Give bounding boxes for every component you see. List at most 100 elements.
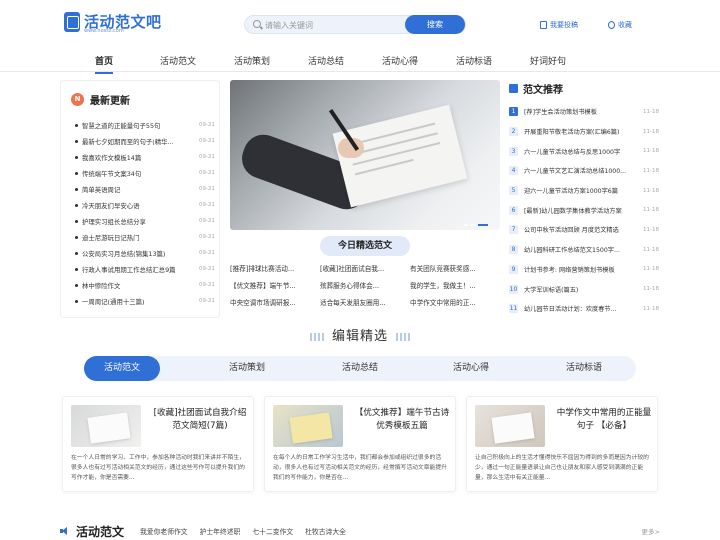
card-title: 中学作文中常用的正能量句子 【必备】	[556, 408, 652, 431]
featured-link[interactable]: [收藏]社团面试自我...	[320, 263, 410, 280]
section-link[interactable]: 我爱你老师作文	[140, 526, 188, 536]
card-title: [收藏]社团面试自我介绍范文简短(7篇)	[153, 408, 247, 431]
list-item[interactable]: 1 [荐]学生会活动策划书模板 11-18	[509, 102, 659, 122]
featured-link[interactable]: 中学作文中常用的正...	[410, 297, 500, 314]
list-item[interactable]: 护理实习组长总结分享 09-21	[75, 213, 215, 229]
list-item-title: 大学军训标语(篇五)	[524, 286, 579, 294]
section-title: 活动范文	[76, 524, 125, 539]
featured-link[interactable]: 中央空调市场调研报...	[230, 297, 320, 314]
contribute-link[interactable]: 我要投稿	[540, 20, 578, 30]
list-item[interactable]: 5 迎六一儿童节活动方案1000字6篇 11-18	[509, 181, 659, 201]
nav-item-activity-reflections[interactable]: 活动心得	[382, 54, 418, 67]
tab-activity-reflections[interactable]: 活动心得	[433, 356, 509, 381]
featured-link[interactable]: 【优文推荐】端午节...	[230, 280, 320, 297]
carousel-dot[interactable]	[464, 224, 468, 226]
article-card[interactable]: 中学作文中常用的正能量句子 【必备】 让自己积极向上的生活才懂得快乐不屈因为得到…	[466, 396, 658, 492]
list-item[interactable]: 我喜欢作文模板14篇 09-21	[75, 149, 215, 165]
editors-picks-heading: 编辑精选	[0, 325, 720, 344]
section-link[interactable]: 杜牧古诗大全	[305, 526, 346, 536]
list-item-title: 简单英语周记	[82, 185, 121, 194]
nav-item-home[interactable]: 首页	[95, 54, 113, 67]
decor-lines-icon	[396, 332, 410, 341]
list-item-date: 09-21	[199, 298, 215, 304]
list-item[interactable]: 简单英语周记 09-21	[75, 181, 215, 197]
tab-activity-slogans[interactable]: 活动标语	[546, 356, 622, 381]
search-button[interactable]: 搜索	[405, 15, 465, 34]
list-item-date: 11-18	[643, 108, 659, 115]
list-item-date: 09-21	[199, 250, 215, 256]
list-item[interactable]: 8 幼儿园科研工作总结范文1500字... 11-18	[509, 240, 659, 260]
list-item[interactable]: 行政人事试用期工作总结汇总9篇 09-21	[75, 261, 215, 277]
list-item-title: 幼儿园节日活动计划：欢度春节...	[524, 306, 617, 314]
list-item-title: 迎六一儿童节活动方案1000字6篇	[524, 188, 618, 196]
list-item[interactable]: 3 六一儿童节活动总结与反思1000字 11-18	[509, 141, 659, 161]
list-item[interactable]: 最新七夕如期而至的句子(精华... 09-21	[75, 133, 215, 149]
rank-badge: 4	[509, 166, 518, 176]
list-item[interactable]: 林中惨险作文 09-21	[75, 277, 215, 293]
bullet-icon	[75, 299, 78, 303]
list-item-title: 公安局实习月总结(锦集13篇)	[82, 249, 166, 258]
list-item[interactable]: 公安局实习月总结(锦集13篇) 09-21	[75, 245, 215, 261]
list-item[interactable]: 迪士尼游玩日记热门 09-21	[75, 229, 215, 245]
editors-picks-cards: [收藏]社团面试自我介绍范文简短(7篇) 在一个人日常的学习、工作中，参加各种活…	[62, 396, 658, 492]
list-item[interactable]: 智慧之道的正能量句子55句 09-21	[75, 117, 215, 133]
list-item[interactable]: 4 六一儿童节文艺汇演活动总结1000... 11-18	[509, 161, 659, 181]
chart-bar-icon	[509, 83, 518, 93]
card-thumbnail	[475, 405, 545, 447]
tab-activity-planning[interactable]: 活动策划	[209, 356, 285, 381]
list-item-date: 11-18	[643, 187, 659, 194]
carousel-dot[interactable]	[471, 224, 475, 226]
bullet-icon	[75, 251, 78, 255]
list-item-date: 09-21	[199, 234, 215, 240]
featured-link[interactable]: 有关团队竞赛获奖感...	[410, 263, 500, 280]
nav-item-activity-planning[interactable]: 活动策划	[234, 54, 270, 67]
list-item[interactable]: 一周周记(通用十三篇) 09-21	[75, 293, 215, 309]
list-item-title: 最新七夕如期而至的句子(精华...	[82, 137, 174, 146]
list-item[interactable]: 10 大学军训标语(篇五) 11-18	[509, 279, 659, 299]
nav-item-activity-essays[interactable]: 活动范文	[160, 54, 196, 67]
list-item[interactable]: 2 开展重阳节敬老活动方案(汇编6篇) 11-18	[509, 122, 659, 142]
list-item[interactable]: 传统端午节文案34句 09-21	[75, 165, 215, 181]
list-item-date: 09-21	[199, 186, 215, 192]
carousel-dot-active[interactable]	[478, 224, 488, 226]
list-item[interactable]: 6 [最新]幼儿园数学集体教学活动方案 11-18	[509, 200, 659, 220]
featured-link[interactable]: 我的学生，我做主！...	[410, 280, 500, 297]
favorite-link[interactable]: 收藏	[608, 20, 632, 30]
list-item-date: 11-18	[643, 167, 659, 174]
nav-item-good-phrases[interactable]: 好词好句	[530, 54, 566, 67]
featured-link[interactable]: [推荐]排球比赛活动...	[230, 263, 320, 280]
card-thumbnail	[71, 405, 141, 447]
article-card[interactable]: [收藏]社团面试自我介绍范文简短(7篇) 在一个人日常的学习、工作中，参加各种活…	[62, 396, 254, 492]
featured-link[interactable]: 适合每天发朋友圈用...	[320, 297, 410, 314]
more-link[interactable]: 更多>	[642, 526, 660, 536]
tab-activity-summary[interactable]: 活动总结	[322, 356, 398, 381]
recommended-list: 1 [荐]学生会活动策划书模板 11-18 2 开展重阳节敬老活动方案(汇编6篇) 11…	[509, 102, 659, 319]
rank-badge: 7	[509, 225, 518, 235]
nav-item-activity-summary[interactable]: 活动总结	[308, 54, 344, 67]
featured-link[interactable]: 殡葬服务心得体会...	[320, 280, 410, 297]
rank-badge: 2	[509, 127, 518, 137]
list-item-title: 我喜欢作文模板14篇	[82, 153, 142, 162]
list-item-title: 护理实习组长总结分享	[82, 217, 146, 226]
hero-carousel-image[interactable]	[230, 80, 500, 230]
carousel-indicator	[464, 224, 488, 226]
section-link[interactable]: 护士年终述职	[200, 526, 241, 536]
list-item[interactable]: 7 公司中秋节活动回顾 月度范文精选 11-18	[509, 220, 659, 240]
nav-item-activity-slogans[interactable]: 活动标语	[456, 54, 492, 67]
rank-badge: 5	[509, 186, 518, 196]
recommended-panel: 范文推荐 1 [荐]学生会活动策划书模板 11-18 2 开展重阳节敬老活动方案(汇编…	[509, 80, 659, 319]
list-item-date: 09-21	[199, 266, 215, 272]
new-badge-icon: N	[71, 93, 84, 106]
list-item[interactable]: 冷天朋友们早安心语 09-21	[75, 197, 215, 213]
section-link[interactable]: 七十二变作文	[252, 526, 293, 536]
article-card[interactable]: 【优文推荐】端午节古诗优秀模板五篇 在每个人的日常工作学习生活中，我们都会参加或…	[264, 396, 456, 492]
list-item-date: 11-18	[643, 305, 659, 312]
tab-activity-essays[interactable]: 活动范文	[84, 356, 160, 381]
rank-badge: 6	[509, 205, 518, 215]
list-item[interactable]: 9 计划书参考: 网络营销策划书模板 11-18	[509, 260, 659, 280]
list-item-title: 公司中秋节活动回顾 月度范文精选	[524, 227, 619, 235]
search-input[interactable]	[265, 18, 405, 32]
list-item-title: 开展重阳节敬老活动方案(汇编6篇)	[524, 129, 620, 137]
list-item-date: 09-21	[199, 122, 215, 128]
list-item[interactable]: 11 幼儿园节日活动计划：欢度春节... 11-18	[509, 299, 659, 319]
